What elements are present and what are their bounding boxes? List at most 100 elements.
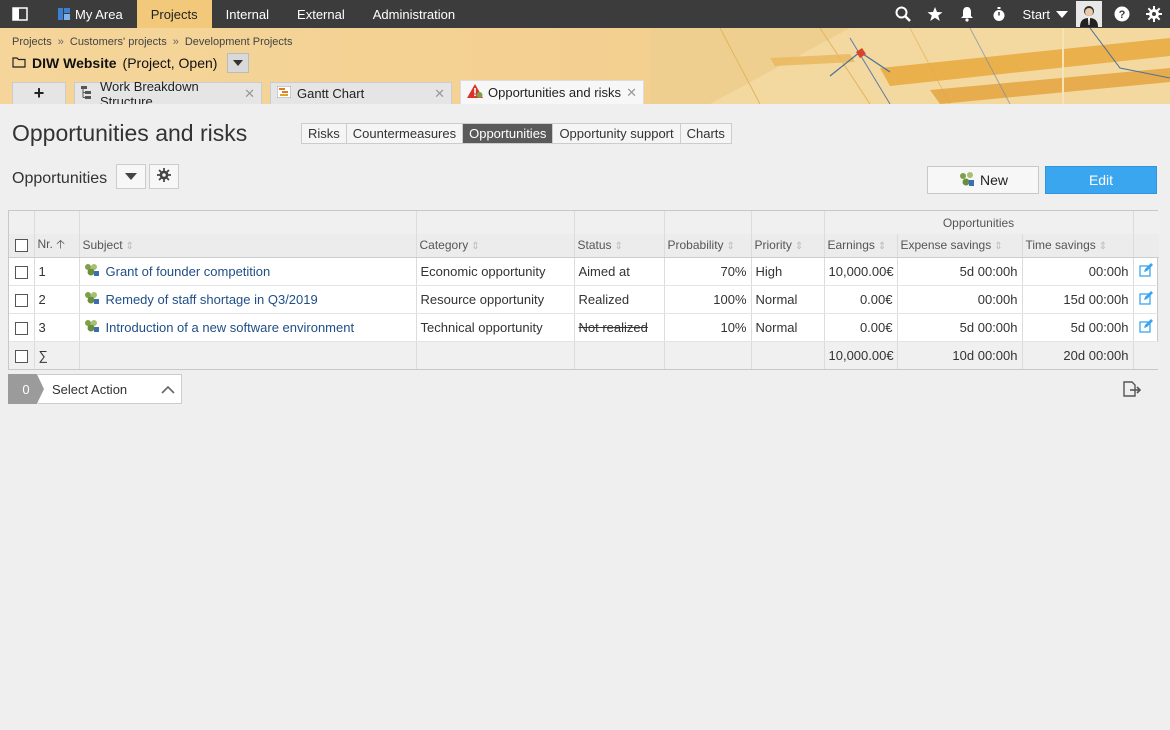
breadcrumb-projects[interactable]: Projects xyxy=(12,36,52,48)
edit-button[interactable]: Edit xyxy=(1045,166,1157,194)
column-header-earnings[interactable]: Earnings ⇕ xyxy=(824,234,898,258)
column-label: Status xyxy=(577,238,612,253)
export-icon[interactable] xyxy=(1122,380,1142,401)
breadcrumb: Projects » Customers' projects » Develop… xyxy=(12,36,292,48)
nav-administration[interactable]: Administration xyxy=(359,0,469,28)
tab-bar: + Work Breakdown Structure ✕ Gantt Chart… xyxy=(12,79,644,104)
table-header-row: Nr. 🡡 Subject ⇕ Category ⇕ Status ⇕ Probabi… xyxy=(9,234,1159,258)
star-icon[interactable] xyxy=(919,0,951,28)
subject-link[interactable]: Introduction of a new software environme… xyxy=(106,320,355,335)
tab-opportunities-and-risks[interactable]: Opportunities and risks ✕ xyxy=(460,80,644,104)
cell-status: Aimed at xyxy=(574,257,665,286)
tab-gantt-chart[interactable]: Gantt Chart ✕ xyxy=(270,82,452,104)
gear-icon xyxy=(157,168,171,185)
bell-icon[interactable] xyxy=(951,0,983,28)
group-header-opportunities: Opportunities xyxy=(824,211,1134,234)
column-label: Category xyxy=(419,238,469,253)
column-label: Nr. xyxy=(37,236,53,251)
breadcrumb-separator: » xyxy=(57,36,64,48)
new-button[interactable]: New xyxy=(927,166,1039,194)
column-header-nr[interactable]: Nr. 🡡 xyxy=(34,234,80,258)
cell-expense-savings: 00:00h xyxy=(897,285,1023,314)
help-icon[interactable]: ? xyxy=(1106,0,1138,28)
start-menu[interactable]: Start xyxy=(1015,7,1072,22)
column-label: Earnings xyxy=(827,238,875,253)
table-row[interactable]: 1 Grant of founder competition Economic … xyxy=(9,257,1159,286)
add-tab-button[interactable]: + xyxy=(12,82,66,104)
opportunities-table: Opportunities Nr. 🡡 Subject ⇕ Category ⇕ S… xyxy=(8,210,1159,370)
sum-row-checkbox[interactable] xyxy=(14,349,28,363)
opportunity-icon xyxy=(958,171,976,190)
table-row[interactable]: 3 Introduction of a new software environ… xyxy=(9,313,1159,342)
column-header-priority[interactable]: Priority ⇕ xyxy=(751,234,825,258)
cell-earnings: 0.00€ xyxy=(824,313,898,342)
edit-row-icon[interactable] xyxy=(1139,290,1154,308)
column-header-category[interactable]: Category ⇕ xyxy=(416,234,575,258)
sort-icon: ⇕ xyxy=(994,241,1003,253)
cell-probability: 100% xyxy=(664,285,752,314)
tab-work-breakdown-structure[interactable]: Work Breakdown Structure ✕ xyxy=(74,79,262,104)
close-icon[interactable]: ✕ xyxy=(244,86,255,102)
row-checkbox[interactable] xyxy=(14,265,28,279)
row-checkbox[interactable] xyxy=(14,321,28,335)
sort-icon: ⇕ xyxy=(726,241,735,253)
edit-row-icon[interactable] xyxy=(1139,318,1154,336)
column-header-time-savings[interactable]: Time savings ⇕ xyxy=(1022,234,1134,258)
column-header-expense-savings[interactable]: Expense savings ⇕ xyxy=(897,234,1023,258)
close-icon[interactable]: ✕ xyxy=(434,86,445,102)
cell-time-savings: 15d 00:00h xyxy=(1022,285,1134,314)
column-header-probability[interactable]: Probability ⇕ xyxy=(664,234,752,258)
cell-time-savings: 00:00h xyxy=(1022,257,1134,286)
select-action-dropdown[interactable]: Select Action xyxy=(38,374,182,404)
view-dropdown-button[interactable] xyxy=(116,164,146,189)
select-all-checkbox[interactable] xyxy=(14,239,28,253)
column-header-status[interactable]: Status ⇕ xyxy=(574,234,665,258)
nav-internal[interactable]: Internal xyxy=(212,0,283,28)
column-label: Expense savings xyxy=(900,238,992,253)
svg-text:?: ? xyxy=(1119,9,1126,21)
subject-link[interactable]: Grant of founder competition xyxy=(106,264,271,279)
table-group-header-row: Opportunities xyxy=(9,211,1159,234)
opportunity-icon xyxy=(84,263,100,280)
sort-icon: ⇕ xyxy=(1098,241,1108,253)
subject-link[interactable]: Remedy of staff shortage in Q3/2019 xyxy=(106,292,318,307)
breadcrumb-development-projects[interactable]: Development Projects xyxy=(185,36,293,48)
breadcrumb-separator: » xyxy=(172,36,179,48)
sidebar-toggle-icon[interactable] xyxy=(0,0,40,28)
view-settings-button[interactable] xyxy=(149,164,179,189)
nav-administration-label: Administration xyxy=(372,6,456,22)
close-icon[interactable]: ✕ xyxy=(626,85,637,101)
column-header-subject[interactable]: Subject ⇕ xyxy=(79,234,417,258)
cell-category: Resource opportunity xyxy=(416,285,575,314)
gear-icon[interactable] xyxy=(1138,0,1170,28)
warning-icon xyxy=(467,84,483,101)
segment-opportunity-support[interactable]: Opportunity support xyxy=(553,124,681,143)
nav-my-area[interactable]: My Area xyxy=(40,0,137,28)
cell-earnings: 10,000.00€ xyxy=(824,257,898,286)
select-action-label: Select Action xyxy=(52,381,128,397)
search-icon[interactable] xyxy=(887,0,919,28)
project-menu-button[interactable] xyxy=(227,53,250,73)
nav-external[interactable]: External xyxy=(283,0,359,28)
sum-time-savings: 20d 00:00h xyxy=(1022,340,1134,369)
nav-my-area-label: My Area xyxy=(75,6,123,22)
chevron-down-icon xyxy=(125,169,137,184)
edit-row-icon[interactable] xyxy=(1139,262,1154,280)
column-label: Probability xyxy=(667,238,724,253)
avatar[interactable] xyxy=(1076,1,1102,27)
segment-charts[interactable]: Charts xyxy=(681,124,731,143)
segment-risks[interactable]: Risks xyxy=(302,124,347,143)
nav-projects[interactable]: Projects xyxy=(136,0,212,28)
breadcrumb-customers-projects[interactable]: Customers' projects xyxy=(70,36,167,48)
sum-earnings: 10,000.00€ xyxy=(824,340,898,369)
cell-nr: 2 xyxy=(34,285,80,314)
table-row[interactable]: 2 Remedy of staff shortage in Q3/2019 Re… xyxy=(9,285,1159,314)
page-title: Opportunities and risks xyxy=(12,120,248,146)
stopwatch-icon[interactable] xyxy=(983,0,1015,28)
row-checkbox[interactable] xyxy=(14,293,28,307)
opportunity-icon xyxy=(84,291,100,308)
segment-opportunities[interactable]: Opportunities xyxy=(463,124,554,143)
new-button-label: New xyxy=(979,172,1008,188)
bulk-action-bar: 0 Select Action xyxy=(8,374,182,404)
segment-countermeasures[interactable]: Countermeasures xyxy=(347,124,464,143)
